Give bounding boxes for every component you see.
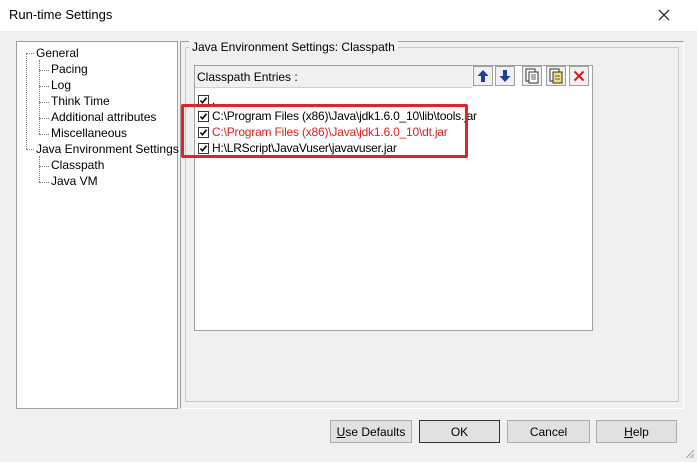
button-label-suffix: se Defaults bbox=[345, 424, 406, 439]
tree-connector bbox=[39, 86, 49, 87]
groupbox-title: Java Environment Settings: Classpath bbox=[189, 40, 398, 54]
resize-grip-icon[interactable] bbox=[684, 448, 695, 459]
tree-connector bbox=[39, 134, 49, 135]
highlight-annotation bbox=[181, 104, 468, 158]
use-defaults-button[interactable]: Use Defaults bbox=[330, 420, 412, 443]
tree-connector bbox=[39, 70, 49, 71]
button-label: Cancel bbox=[529, 424, 568, 439]
help-button[interactable]: Help bbox=[596, 420, 677, 443]
tree-item-miscellaneous[interactable]: Miscellaneous bbox=[51, 126, 127, 140]
edit-entry-icon bbox=[549, 68, 563, 84]
tree-item-general[interactable]: General bbox=[36, 46, 79, 60]
settings-tree: General Pacing Log Think Time Additional… bbox=[16, 41, 179, 409]
button-label-suffix: elp bbox=[632, 424, 649, 439]
tree-connector bbox=[39, 118, 49, 119]
run-time-settings-window: Run-time Settings General Pacing Log Thi… bbox=[0, 0, 697, 462]
tree-connector bbox=[26, 53, 34, 54]
tree-connector bbox=[39, 156, 40, 182]
title-bar: Run-time Settings bbox=[0, 0, 697, 31]
tree-item-log[interactable]: Log bbox=[51, 78, 71, 92]
button-accelerator: U bbox=[336, 424, 346, 439]
ok-button[interactable]: OK bbox=[419, 420, 500, 443]
tree-connector bbox=[26, 53, 27, 149]
delete-icon bbox=[573, 70, 585, 82]
edit-entry-button[interactable] bbox=[546, 66, 566, 86]
button-label: OK bbox=[450, 424, 469, 439]
tree-item-java-environment-settings[interactable]: Java Environment Settings bbox=[36, 142, 179, 156]
tree-connector bbox=[39, 182, 49, 183]
tree-item-think-time[interactable]: Think Time bbox=[51, 94, 110, 108]
delete-button[interactable] bbox=[569, 66, 589, 86]
cancel-button[interactable]: Cancel bbox=[507, 420, 590, 443]
browse-button[interactable] bbox=[522, 66, 542, 86]
move-down-button[interactable] bbox=[495, 66, 515, 86]
close-button[interactable] bbox=[641, 5, 686, 25]
arrow-up-icon bbox=[477, 70, 489, 82]
tree-connector bbox=[39, 60, 40, 134]
window-title: Run-time Settings bbox=[9, 7, 113, 22]
browse-file-icon bbox=[525, 68, 539, 84]
tree-item-classpath[interactable]: Classpath bbox=[51, 158, 104, 172]
tree-item-java-vm[interactable]: Java VM bbox=[51, 174, 98, 188]
close-icon bbox=[658, 9, 669, 21]
tree-connector bbox=[39, 102, 49, 103]
tree-item-additional-attributes[interactable]: Additional attributes bbox=[51, 110, 156, 124]
classpath-header: Classpath Entries : bbox=[195, 66, 472, 88]
move-up-button[interactable] bbox=[473, 66, 493, 86]
classpath-header-label: Classpath Entries : bbox=[197, 70, 298, 84]
tree-connector bbox=[26, 149, 34, 150]
arrow-down-icon bbox=[499, 70, 511, 82]
tree-item-pacing[interactable]: Pacing bbox=[51, 62, 88, 76]
tree-connector bbox=[39, 166, 49, 167]
button-accelerator: H bbox=[624, 424, 633, 439]
